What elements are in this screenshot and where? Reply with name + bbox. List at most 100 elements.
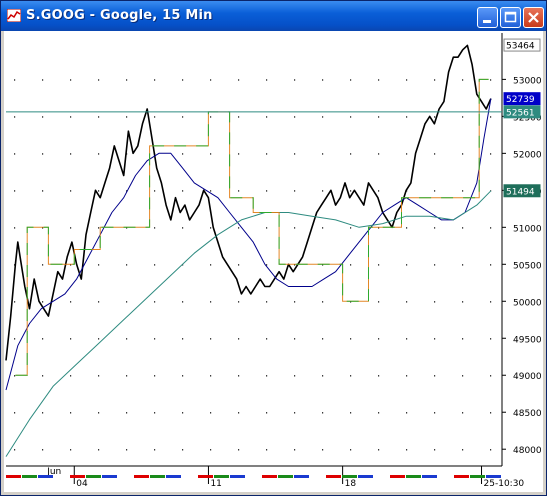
grid-dot [378,412,380,414]
grid-dot [294,190,296,192]
grid-dot [266,79,268,81]
x-tick-label: 25-10:30 [484,479,525,489]
grid-dot [322,190,324,192]
chart-app-icon[interactable] [7,9,21,22]
grid-dot [154,190,156,192]
grid-dot [98,449,100,451]
grid-dot [210,190,212,192]
grid-dot [462,449,464,451]
grid-dot [42,375,44,377]
grid-dot [294,375,296,377]
y-tick-label: 52000 [513,150,542,160]
title-bar[interactable]: S.GOOG - Google, 15 Min [1,1,546,31]
grid-dot [490,449,492,451]
session-color-segment [486,475,501,478]
grid-dot [70,412,72,414]
grid-dot [182,227,184,229]
session-color-segment [182,475,197,478]
grid-dot [406,338,408,340]
grid-dot [14,412,16,414]
grid-dot [42,338,44,340]
grid-dot [14,79,16,81]
grid-dot [14,338,16,340]
grid-dot [322,227,324,229]
grid-dot [98,116,100,118]
grid-dot [266,190,268,192]
chart-window: S.GOOG - Google, 15 Min 48000 48500 49000 4… [0,0,547,496]
grid-dot [490,79,492,81]
y-tick-label: 50500 [513,261,542,271]
grid-dot [490,301,492,303]
grid-dot [322,153,324,155]
session-color-segment [294,475,309,478]
grid-dot [266,227,268,229]
minimize-icon [483,20,491,23]
grid-dot [238,301,240,303]
x-tick-label: 18 [345,479,357,489]
session-color-segment [422,475,437,478]
grid-dot [98,301,100,303]
minimize-button[interactable] [477,7,498,28]
grid-dot [182,153,184,155]
session-color-strip [6,475,501,478]
value-tags: 53464 52739 52561 51494 [503,38,541,198]
maximize-icon [504,11,517,23]
session-color-segment [390,475,405,478]
grid-dot [490,375,492,377]
grid-dot [126,116,128,118]
grid-dot [350,412,352,414]
range-band-line [15,78,489,376]
grid-dot [154,375,156,377]
grid-dot [322,79,324,81]
grid-dot [14,190,16,192]
grid-dot [238,375,240,377]
grid-dot [434,338,436,340]
grid-dot [350,116,352,118]
grid-dot [70,338,72,340]
grid-dot [42,412,44,414]
grid-dot [238,79,240,81]
grid-dot [434,375,436,377]
grid-dot [182,449,184,451]
grid-dot [350,190,352,192]
grid-dot [406,301,408,303]
maximize-button[interactable] [500,7,521,28]
grid-dot [462,301,464,303]
grid-dot [126,449,128,451]
grid-dot [70,153,72,155]
x-tick-label: 11 [210,479,221,489]
grid-dot [294,301,296,303]
grid-dot [434,301,436,303]
session-color-segment [278,475,293,478]
y-tick-label: 48500 [513,409,542,419]
grid-dot [70,301,72,303]
grid-dot [406,375,408,377]
grid-dot [238,412,240,414]
grid-dot [266,116,268,118]
session-color-segment [230,475,245,478]
grid-dot [210,338,212,340]
grid-dot [294,338,296,340]
grid-dot [98,412,100,414]
session-color-segment [310,475,325,478]
value-tag-label: 52561 [506,108,535,118]
grid-dot [14,449,16,451]
grid-dot [294,449,296,451]
x-tick-label: 04 [76,479,88,489]
grid-dot [126,301,128,303]
grid-dot [406,412,408,414]
value-tag-label: 51494 [506,187,535,197]
grid-dot [210,375,212,377]
chart-area[interactable]: 4800048500490004950050000505005100051500… [4,31,543,492]
grid-dot [378,116,380,118]
close-button[interactable] [523,7,544,28]
session-color-segment [118,475,133,478]
grid-dot [462,338,464,340]
grid-dot [42,190,44,192]
grid-dot [210,449,212,451]
grid-dot [490,412,492,414]
grid-dot [238,227,240,229]
grid-dot [462,153,464,155]
price-chart[interactable]: 4800048500490004950050000505005100051500… [4,31,543,492]
grid-dot [434,190,436,192]
